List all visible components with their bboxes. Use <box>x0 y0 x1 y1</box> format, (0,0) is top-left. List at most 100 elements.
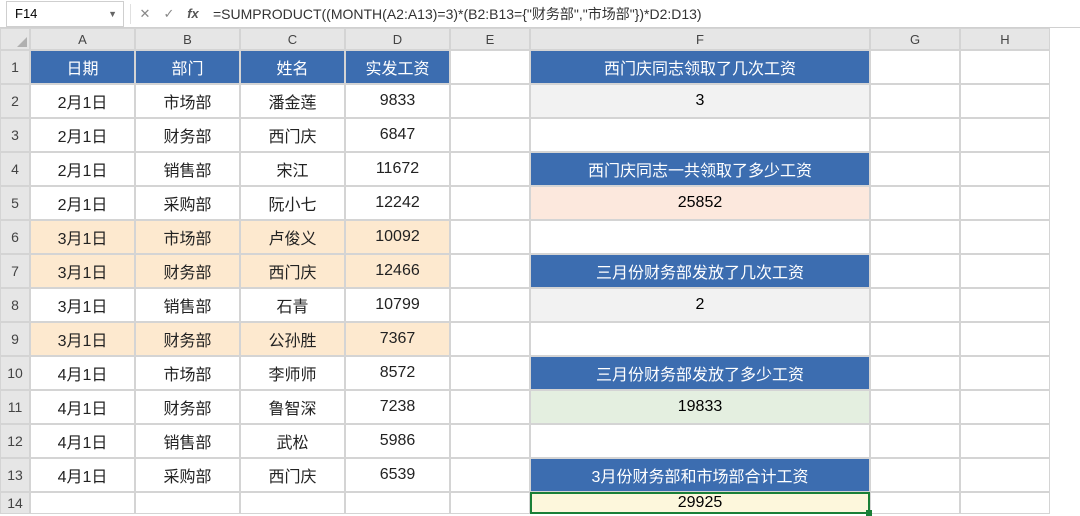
cell-B13[interactable]: 采购部 <box>135 458 240 492</box>
cell-A12[interactable]: 4月1日 <box>30 424 135 458</box>
cell-H10[interactable] <box>960 356 1050 390</box>
cell-H8[interactable] <box>960 288 1050 322</box>
select-all-corner[interactable] <box>0 28 30 50</box>
cell-F6[interactable] <box>530 220 870 254</box>
cell-H11[interactable] <box>960 390 1050 424</box>
cell-E2[interactable] <box>450 84 530 118</box>
cell-F2[interactable]: 3 <box>530 84 870 118</box>
cell-F14[interactable]: 29925 <box>530 492 870 514</box>
cell-A11[interactable]: 4月1日 <box>30 390 135 424</box>
cell-G13[interactable] <box>870 458 960 492</box>
cell-A7[interactable]: 3月1日 <box>30 254 135 288</box>
row-header-13[interactable]: 13 <box>0 458 30 492</box>
cell-D3[interactable]: 6847 <box>345 118 450 152</box>
cell-C6[interactable]: 卢俊义 <box>240 220 345 254</box>
row-header-6[interactable]: 6 <box>0 220 30 254</box>
cell-F7[interactable]: 三月份财务部发放了几次工资 <box>530 254 870 288</box>
cell-F13[interactable]: 3月份财务部和市场部合计工资 <box>530 458 870 492</box>
cell-G1[interactable] <box>870 50 960 84</box>
cell-A14[interactable] <box>30 492 135 514</box>
spreadsheet-grid[interactable]: ABCDEFGH1日期部门姓名实发工资西门庆同志领取了几次工资22月1日市场部潘… <box>0 28 1080 514</box>
cell-A2[interactable]: 2月1日 <box>30 84 135 118</box>
cell-H1[interactable] <box>960 50 1050 84</box>
cell-E13[interactable] <box>450 458 530 492</box>
cell-H6[interactable] <box>960 220 1050 254</box>
cell-B5[interactable]: 采购部 <box>135 186 240 220</box>
cell-D1[interactable]: 实发工资 <box>345 50 450 84</box>
cell-A13[interactable]: 4月1日 <box>30 458 135 492</box>
cell-H4[interactable] <box>960 152 1050 186</box>
cell-B1[interactable]: 部门 <box>135 50 240 84</box>
formula-input[interactable]: =SUMPRODUCT((MONTH(A2:A13)=3)*(B2:B13={"… <box>205 4 1080 24</box>
cell-G12[interactable] <box>870 424 960 458</box>
cell-H14[interactable] <box>960 492 1050 514</box>
dropdown-icon[interactable]: ▼ <box>108 9 117 19</box>
column-header-G[interactable]: G <box>870 28 960 50</box>
cell-E1[interactable] <box>450 50 530 84</box>
cell-F5[interactable]: 25852 <box>530 186 870 220</box>
cell-F12[interactable] <box>530 424 870 458</box>
cell-B11[interactable]: 财务部 <box>135 390 240 424</box>
cell-E9[interactable] <box>450 322 530 356</box>
cell-D13[interactable]: 6539 <box>345 458 450 492</box>
cell-C10[interactable]: 李师师 <box>240 356 345 390</box>
cell-F3[interactable] <box>530 118 870 152</box>
cell-C3[interactable]: 西门庆 <box>240 118 345 152</box>
cell-G3[interactable] <box>870 118 960 152</box>
cell-D4[interactable]: 11672 <box>345 152 450 186</box>
cell-D5[interactable]: 12242 <box>345 186 450 220</box>
row-header-4[interactable]: 4 <box>0 152 30 186</box>
row-header-3[interactable]: 3 <box>0 118 30 152</box>
cell-A10[interactable]: 4月1日 <box>30 356 135 390</box>
cell-G6[interactable] <box>870 220 960 254</box>
cell-H9[interactable] <box>960 322 1050 356</box>
cell-B6[interactable]: 市场部 <box>135 220 240 254</box>
cell-C1[interactable]: 姓名 <box>240 50 345 84</box>
row-header-14[interactable]: 14 <box>0 492 30 514</box>
cell-D10[interactable]: 8572 <box>345 356 450 390</box>
cell-D2[interactable]: 9833 <box>345 84 450 118</box>
row-header-5[interactable]: 5 <box>0 186 30 220</box>
cell-H12[interactable] <box>960 424 1050 458</box>
column-header-F[interactable]: F <box>530 28 870 50</box>
cell-E10[interactable] <box>450 356 530 390</box>
cell-F4[interactable]: 西门庆同志一共领取了多少工资 <box>530 152 870 186</box>
cell-E7[interactable] <box>450 254 530 288</box>
cell-G8[interactable] <box>870 288 960 322</box>
cell-F1[interactable]: 西门庆同志领取了几次工资 <box>530 50 870 84</box>
cell-C14[interactable] <box>240 492 345 514</box>
cell-G7[interactable] <box>870 254 960 288</box>
row-header-11[interactable]: 11 <box>0 390 30 424</box>
cell-A8[interactable]: 3月1日 <box>30 288 135 322</box>
cell-C9[interactable]: 公孙胜 <box>240 322 345 356</box>
cell-F10[interactable]: 三月份财务部发放了多少工资 <box>530 356 870 390</box>
column-header-C[interactable]: C <box>240 28 345 50</box>
cell-B4[interactable]: 销售部 <box>135 152 240 186</box>
row-header-1[interactable]: 1 <box>0 50 30 84</box>
cell-B3[interactable]: 财务部 <box>135 118 240 152</box>
row-header-12[interactable]: 12 <box>0 424 30 458</box>
confirm-icon[interactable]: ✓ <box>157 2 181 26</box>
cell-E8[interactable] <box>450 288 530 322</box>
cell-G4[interactable] <box>870 152 960 186</box>
cell-E3[interactable] <box>450 118 530 152</box>
cancel-icon[interactable]: ✕ <box>133 2 157 26</box>
column-header-E[interactable]: E <box>450 28 530 50</box>
cell-E5[interactable] <box>450 186 530 220</box>
cell-A6[interactable]: 3月1日 <box>30 220 135 254</box>
cell-B12[interactable]: 销售部 <box>135 424 240 458</box>
cell-E14[interactable] <box>450 492 530 514</box>
cell-E12[interactable] <box>450 424 530 458</box>
cell-E11[interactable] <box>450 390 530 424</box>
row-header-9[interactable]: 9 <box>0 322 30 356</box>
cell-D11[interactable]: 7238 <box>345 390 450 424</box>
cell-G14[interactable] <box>870 492 960 514</box>
cell-D9[interactable]: 7367 <box>345 322 450 356</box>
cell-C4[interactable]: 宋江 <box>240 152 345 186</box>
row-header-10[interactable]: 10 <box>0 356 30 390</box>
cell-C7[interactable]: 西门庆 <box>240 254 345 288</box>
cell-B10[interactable]: 市场部 <box>135 356 240 390</box>
row-header-2[interactable]: 2 <box>0 84 30 118</box>
cell-A5[interactable]: 2月1日 <box>30 186 135 220</box>
cell-H3[interactable] <box>960 118 1050 152</box>
